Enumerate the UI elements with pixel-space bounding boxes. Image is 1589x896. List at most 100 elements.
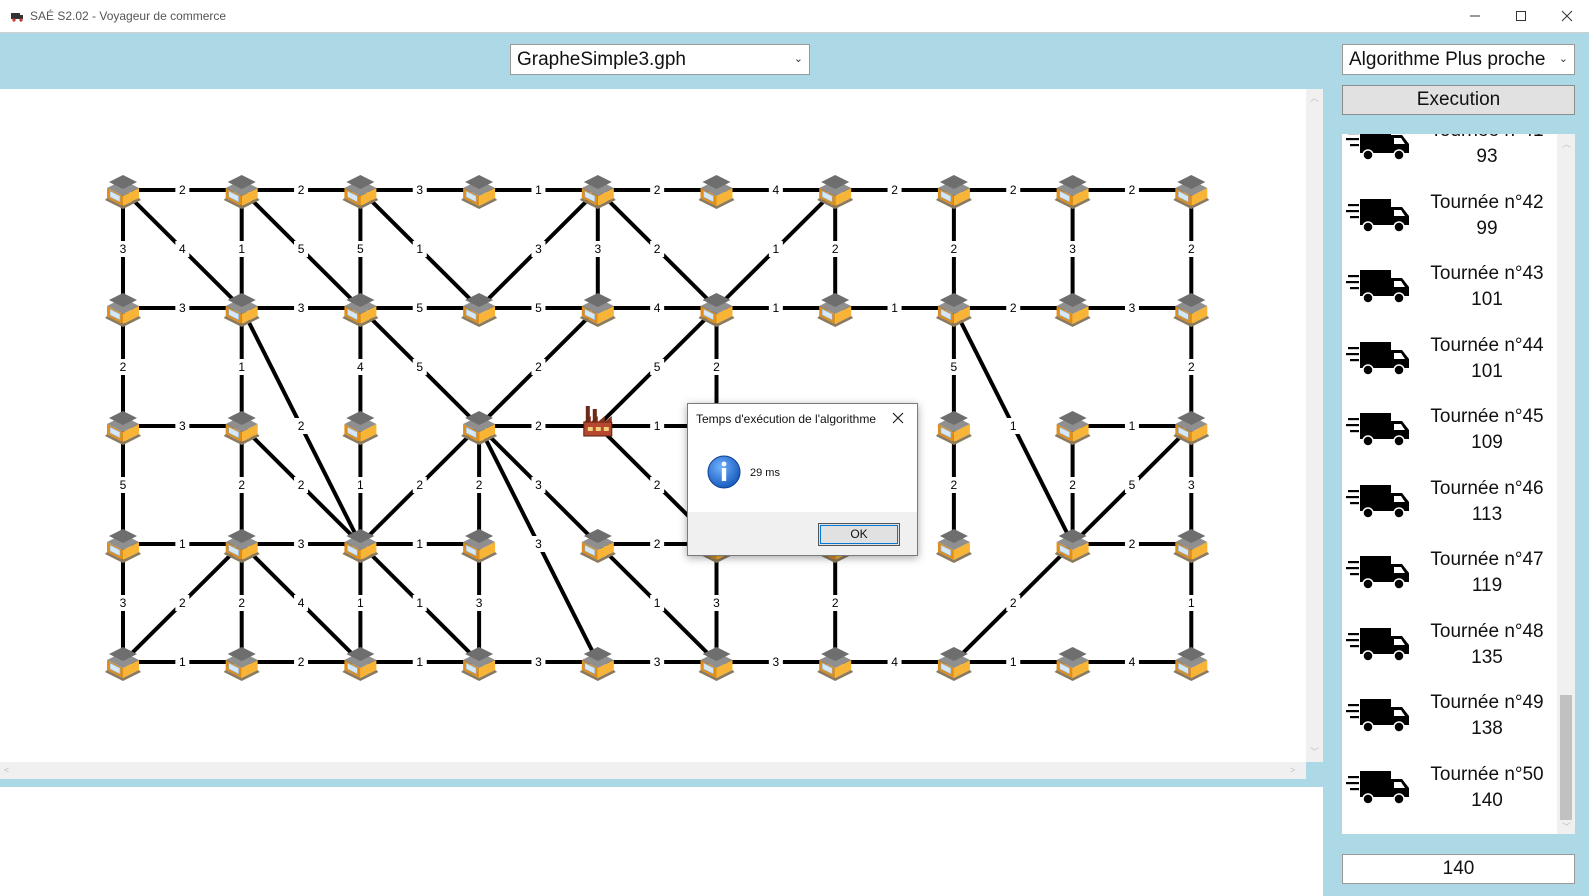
graph-canvas[interactable]: 2 2 3 1 2 4 2 2 2 3 1 5 3 2 2 3 2 4 5 1 3 2 1 3 3 5 5 4 1 1 2 3 2 1 4 2 5 2 5 2… (0, 89, 1306, 762)
tour-item[interactable]: Tournée n°45 109 (1342, 402, 1557, 474)
store-node-icon[interactable] (935, 411, 972, 445)
edge-weight-label: 2 (238, 596, 245, 610)
store-node-icon[interactable] (1173, 293, 1210, 327)
scroll-down-icon[interactable]: ﹀ (1562, 820, 1571, 833)
edge-weight-label: 3 (535, 242, 542, 256)
edge-weight-label: 1 (654, 419, 661, 433)
tour-item[interactable]: Tournée n°48 135 (1342, 617, 1557, 689)
truck-icon (1346, 696, 1412, 741)
edge-weight-label: 2 (832, 242, 839, 256)
store-node-icon[interactable] (817, 647, 854, 681)
store-node-icon[interactable] (935, 529, 972, 563)
execute-button[interactable]: Execution (1342, 85, 1575, 115)
edge-weight-label: 1 (357, 478, 364, 492)
tour-name: Tournée n°45 (1430, 406, 1544, 427)
tour-list-scroll-thumb[interactable] (1560, 695, 1572, 820)
scroll-left-icon[interactable]: < (4, 765, 9, 775)
scroll-down-icon[interactable]: ﹀ (1310, 745, 1319, 758)
depot-factory-icon[interactable] (583, 406, 613, 437)
store-node-icon[interactable] (1173, 647, 1210, 681)
edge-weight-label: 3 (1129, 301, 1136, 315)
edge-weight-label: 5 (357, 242, 364, 256)
edge-weight-label: 4 (654, 301, 661, 315)
edge-weight-label: 1 (1188, 596, 1195, 610)
tour-item[interactable]: Tournée n°46 113 (1342, 474, 1557, 546)
edge-weight-label: 2 (476, 478, 483, 492)
store-node-icon[interactable] (698, 175, 735, 209)
store-node-icon[interactable] (105, 293, 141, 327)
edge-weight-label: 1 (416, 242, 423, 256)
edge-weight-label: 1 (416, 596, 423, 610)
edge-weight-label: 2 (179, 183, 186, 197)
scroll-up-icon[interactable]: ︿ (1562, 137, 1571, 150)
edge-weight-label: 1 (1010, 419, 1017, 433)
edge-weight-label: 4 (891, 655, 898, 669)
tour-item[interactable]: Tournée n°49 138 (1342, 688, 1557, 760)
edge-weight-label: 2 (238, 478, 245, 492)
store-node-icon[interactable] (1054, 175, 1091, 209)
edge-weight-label: 5 (951, 360, 958, 374)
store-node-icon[interactable] (223, 647, 260, 681)
tour-item[interactable]: Tournée n°44 101 (1342, 331, 1557, 403)
scroll-right-icon[interactable]: > (1290, 765, 1295, 775)
canvas-vertical-scrollbar[interactable]: ︿ ﹀ (1306, 89, 1323, 762)
canvas-horizontal-scrollbar[interactable]: < > (0, 762, 1306, 779)
edge-weight-label: 5 (416, 360, 423, 374)
edge-weight-label: 2 (298, 183, 305, 197)
edge-weight-label: 1 (179, 655, 186, 669)
store-node-icon[interactable] (935, 175, 972, 209)
store-node-icon[interactable] (342, 411, 379, 445)
edge-weight-label: 2 (951, 478, 958, 492)
tour-item[interactable]: Tournée n°47 119 (1342, 545, 1557, 617)
store-node-icon[interactable] (579, 647, 616, 681)
edge-weight-label: 1 (416, 655, 423, 669)
tour-list[interactable]: Tournée n°41 93 Tournée n°42 99 Tournée n°43… (1342, 134, 1575, 834)
edge-weight-label: 5 (535, 301, 542, 315)
store-node-icon[interactable] (1173, 175, 1210, 209)
tour-item[interactable]: Tournée n°43 101 (1342, 259, 1557, 331)
edge-weight-label: 5 (120, 478, 127, 492)
tour-item[interactable]: Tournée n°41 93 (1342, 134, 1557, 188)
store-node-icon[interactable] (1173, 529, 1210, 563)
store-node-icon[interactable] (1054, 411, 1091, 445)
minimize-button[interactable] (1452, 0, 1498, 32)
edge-weight-label: 3 (594, 242, 601, 256)
edge-weight-label: 5 (298, 242, 305, 256)
dialog-close-button[interactable] (888, 408, 908, 428)
scroll-up-icon[interactable]: ︿ (1310, 91, 1319, 104)
close-button[interactable] (1544, 0, 1589, 32)
edge-weight-label: 3 (654, 655, 661, 669)
edge-weight-label: 4 (179, 242, 186, 256)
store-node-icon[interactable] (461, 529, 498, 563)
tour-item[interactable]: Tournée n°42 99 (1342, 188, 1557, 260)
edge-weight-label: 2 (298, 419, 305, 433)
store-node-icon[interactable] (105, 529, 141, 563)
edge-weight-label: 1 (1010, 655, 1017, 669)
edge-weight-label: 4 (773, 183, 780, 197)
edge-weight-label: 3 (535, 478, 542, 492)
store-node-icon[interactable] (817, 293, 854, 327)
store-node-icon[interactable] (1054, 293, 1091, 327)
store-node-icon[interactable] (461, 175, 498, 209)
edge-weight-label: 1 (179, 537, 186, 551)
truck-icon (1346, 196, 1412, 241)
store-node-icon[interactable] (935, 293, 972, 327)
ok-button[interactable]: OK (818, 523, 900, 546)
graph-file-select[interactable]: GrapheSimple3.gph ⌄ (510, 44, 810, 75)
output-area[interactable] (0, 787, 1323, 896)
store-node-icon[interactable] (105, 411, 141, 445)
edge-weight-label: 2 (654, 183, 661, 197)
minimize-icon (1470, 15, 1480, 17)
tour-distance: 99 (1476, 217, 1498, 239)
maximize-button[interactable] (1498, 0, 1544, 32)
edge-weight-label: 3 (535, 537, 542, 551)
edge-weight-label: 1 (238, 360, 245, 374)
edge-weight-label: 3 (535, 655, 542, 669)
edge-weight-label: 3 (120, 242, 127, 256)
tour-item[interactable]: Tournée n°50 140 (1342, 760, 1557, 832)
store-node-icon[interactable] (1054, 647, 1091, 681)
algorithm-select[interactable]: Algorithme Plus proche ⌄ (1342, 44, 1575, 75)
edge-weight-label: 1 (416, 537, 423, 551)
truck-icon (1346, 339, 1412, 384)
edge-weight-label: 2 (832, 596, 839, 610)
